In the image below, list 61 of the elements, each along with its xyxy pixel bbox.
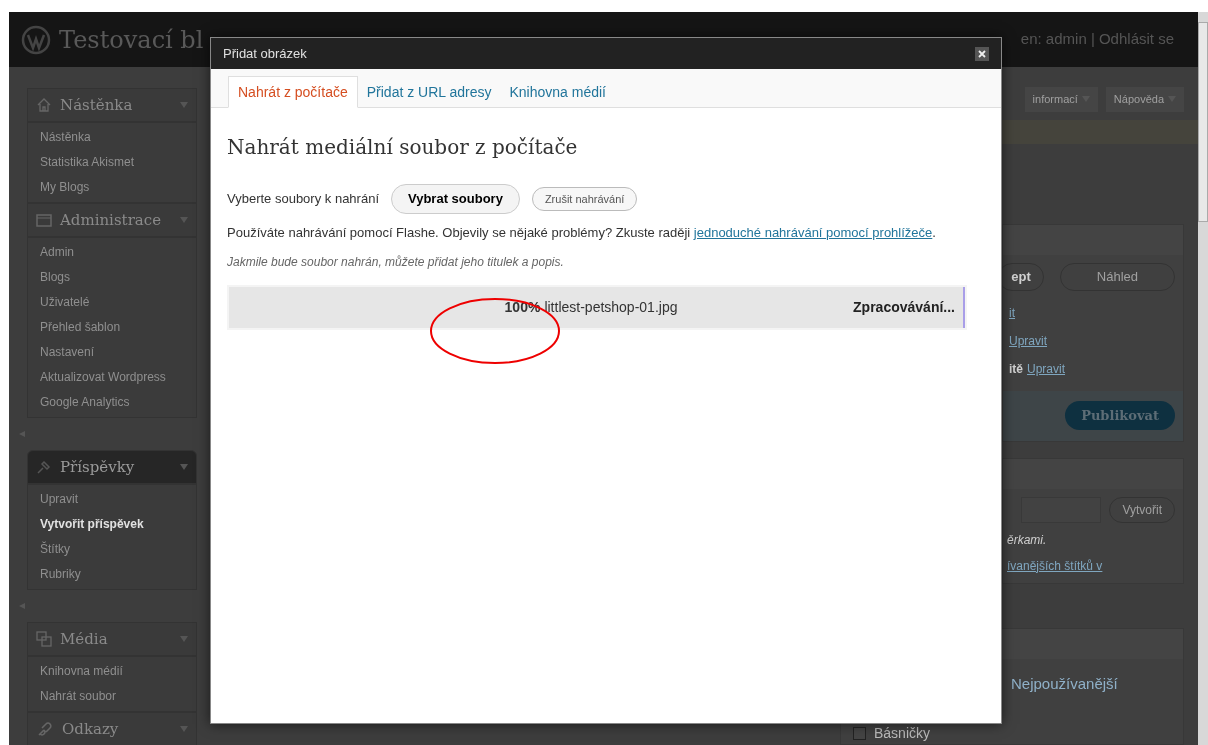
caret-icon	[180, 726, 188, 732]
collapse-arrow-icon[interactable]	[19, 603, 25, 609]
submenu-item[interactable]: Upravit	[40, 487, 184, 512]
file-name: littlest-petshop-01.jpg	[544, 297, 678, 317]
submenu-item[interactable]: Aktualizovat Wordpress	[40, 365, 184, 390]
select-files-button[interactable]: Vybrat soubory	[391, 184, 520, 214]
site-title: Testovací bl	[59, 24, 204, 56]
submenu-item[interactable]: Nástěnka	[40, 125, 184, 150]
logo-icon	[21, 24, 51, 55]
edit-link[interactable]: it	[1009, 303, 1015, 322]
submenu-item[interactable]: Štítky	[40, 537, 184, 562]
caret-icon	[180, 464, 188, 470]
chain-icon	[36, 720, 54, 738]
dialog-tab[interactable]: Nahrát z počítače	[228, 76, 358, 108]
submenu-item[interactable]: Blogs	[40, 265, 184, 290]
caret-icon	[180, 217, 188, 223]
house-icon	[36, 97, 52, 113]
submenu-item[interactable]: Knihovna médií	[40, 659, 184, 684]
user-info-text: en: admin | Odhlásit se	[1020, 29, 1175, 50]
submenu-item[interactable]: Nastavení	[40, 340, 184, 365]
select-files-label: Vyberte soubory k nahrání	[227, 190, 379, 208]
submenu-item[interactable]: Uživatelé	[40, 290, 184, 315]
pin-icon	[36, 459, 52, 475]
menu-section-header[interactable]: Odkazy	[27, 712, 197, 745]
submenu-item[interactable]: Statistika Akismet	[40, 150, 184, 175]
close-icon	[978, 49, 986, 58]
tag-hint-text: ěrkami.	[1006, 531, 1048, 549]
caret-icon	[180, 636, 188, 642]
publish-button[interactable]: Publikovat	[1065, 400, 1175, 431]
dialog-tab[interactable]: Knihovna médií	[500, 76, 615, 108]
submenu-item[interactable]: Rubriky	[40, 562, 184, 587]
submenu-item[interactable]: Google Analytics	[40, 390, 184, 415]
category-checkbox[interactable]	[853, 727, 866, 740]
category-label: Básničky	[874, 724, 931, 743]
upload-status: Zpracovávání...	[853, 297, 955, 317]
submenu-item[interactable]: Vytvořit příspěvek	[40, 512, 184, 537]
caret-icon	[180, 102, 188, 108]
cancel-upload-button[interactable]: Zrušit nahrávání	[531, 186, 638, 211]
close-button[interactable]	[975, 46, 989, 61]
media-icon	[36, 631, 52, 647]
folder-icon	[36, 213, 52, 227]
dialog-title: Přidat obrázek	[223, 44, 308, 63]
status-text: itě	[1009, 360, 1023, 378]
submenu-item[interactable]: My Blogs	[40, 175, 184, 200]
screen-tab[interactable]: informací	[1024, 87, 1098, 112]
dialog-tab[interactable]: Přidat z URL adresy	[357, 76, 501, 108]
popular-tags-link[interactable]: ívanějších štítků v	[1003, 548, 1183, 583]
menu-section-header[interactable]: Příspěvky	[27, 450, 197, 484]
upload-hint: Jakmile bude soubor nahrán, můžete přidat jeho titulek a popis.	[227, 253, 565, 271]
submenu-item[interactable]: Přehled šablon	[40, 315, 184, 340]
menu-section-header[interactable]: Média	[27, 622, 197, 656]
edit-link[interactable]: Upravit	[1027, 359, 1066, 378]
edit-link[interactable]: Upravit	[1009, 331, 1047, 350]
submenu-item[interactable]: Nahrát soubor	[40, 684, 184, 709]
submenu-item[interactable]: Admin	[40, 240, 184, 265]
dialog-heading: Nahrát mediální soubor z počítače	[227, 134, 579, 161]
menu-section-header[interactable]: Administrace	[27, 203, 197, 237]
collapse-arrow-icon[interactable]	[19, 431, 25, 437]
screen-tab[interactable]: Nápověda	[1105, 87, 1184, 112]
flash-uploader-note: Používáte nahrávání pomocí Flashe. Objevily se nějaké problémy? Zkuste raději jednoduché nahrávání pomocí prohlížeče.	[227, 223, 937, 241]
menu-section-header[interactable]: Nástěnka	[27, 88, 197, 122]
